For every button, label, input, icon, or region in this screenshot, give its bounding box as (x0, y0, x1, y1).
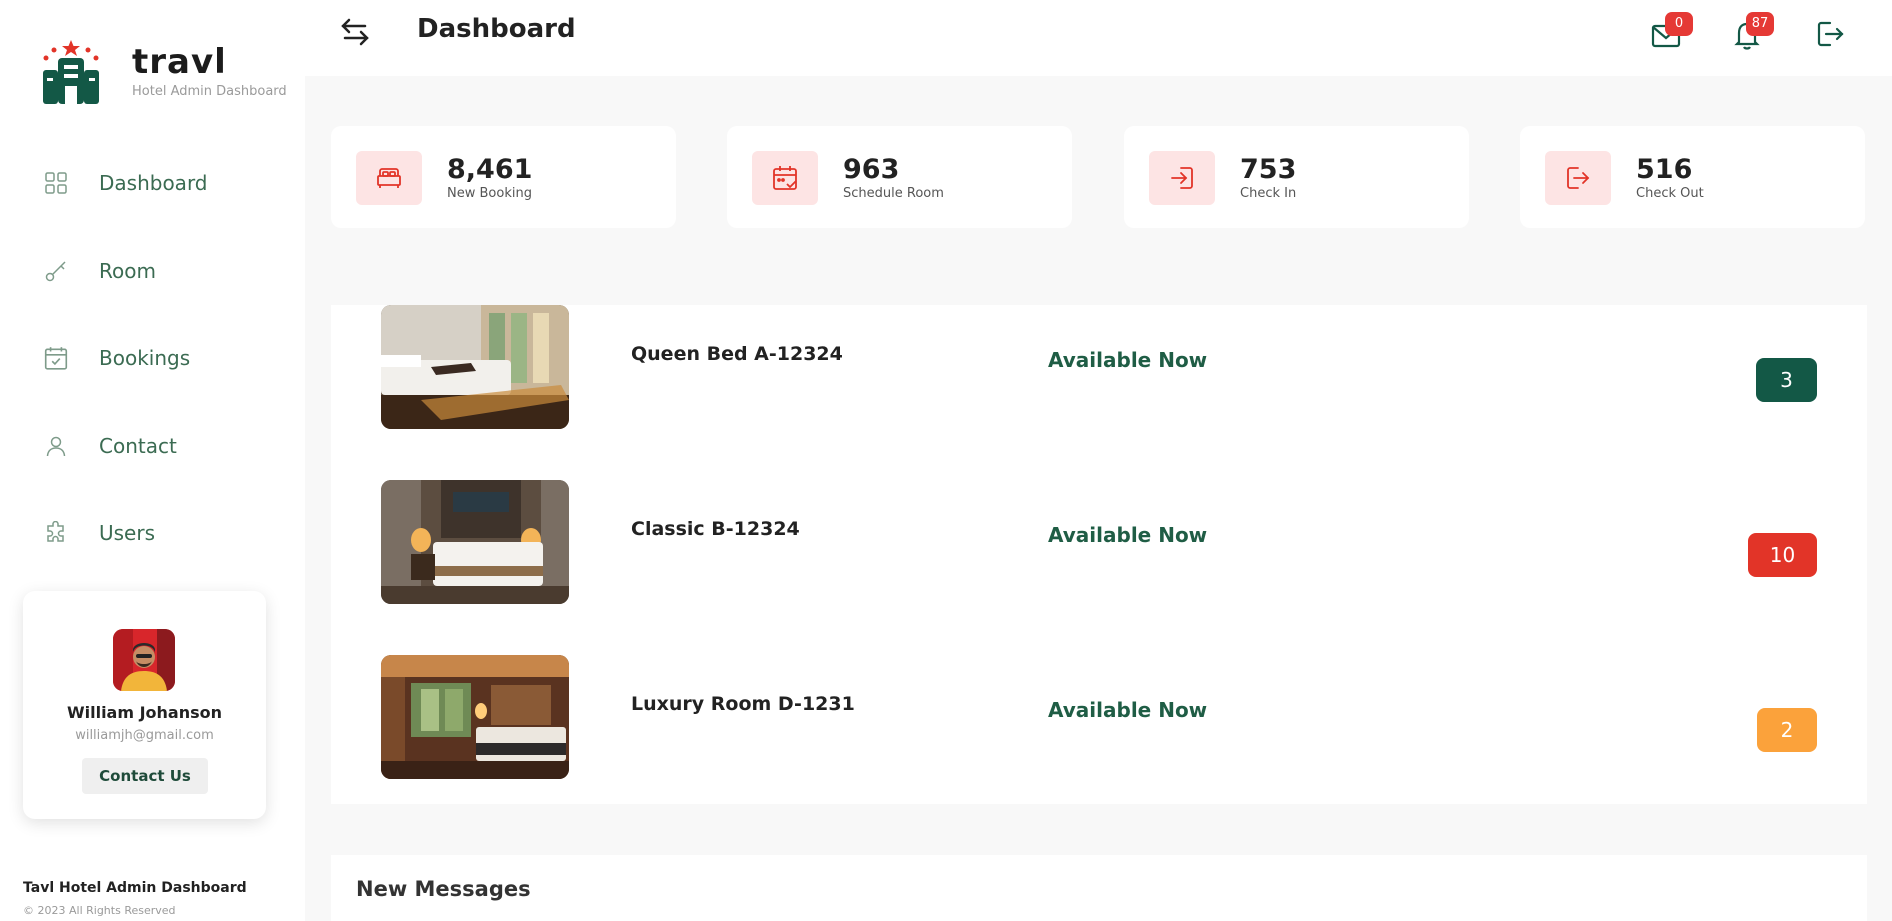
sidebar-item-label: Contact (99, 434, 177, 458)
sidebar-item-bookings[interactable]: Bookings (42, 338, 282, 378)
mail-button[interactable]: 0 (1647, 12, 1693, 54)
room-photo (381, 305, 569, 429)
bed-icon (356, 151, 422, 205)
notifications-button[interactable]: 87 (1728, 12, 1774, 54)
calendar-check-icon (752, 151, 818, 205)
room-status: Available Now (1048, 523, 1208, 547)
puzzle-icon (42, 519, 70, 547)
room-name: Classic B-12324 (631, 518, 800, 540)
footer-title: Tavl Hotel Admin Dashboard (23, 880, 247, 896)
stat-label: Check Out (1636, 186, 1704, 201)
sign-out-icon (1545, 151, 1611, 205)
footer-copyright: © 2023 All Rights Reserved (23, 904, 176, 917)
key-icon (42, 257, 70, 285)
stat-value: 516 (1636, 154, 1693, 185)
profile-email: williamjh@gmail.com (75, 728, 214, 743)
arrow-left-icon (341, 18, 369, 46)
room-row[interactable]: Queen Bed A-12324 Available Now 3 (331, 305, 1867, 431)
profile-name: William Johanson (66, 703, 223, 722)
messages-title: New Messages (356, 877, 531, 901)
brand-logo[interactable]: travl Hotel Admin Dashboard (40, 38, 310, 108)
sidebar-item-label: Dashboard (99, 171, 208, 195)
sidebar-item-label: Users (99, 521, 156, 545)
sidebar-item-label: Bookings (99, 346, 191, 370)
messages-panel: New Messages (331, 855, 1867, 921)
room-status: Available Now (1048, 698, 1208, 722)
stat-card-check-out[interactable]: 516 Check Out (1520, 126, 1865, 228)
sign-in-icon (1149, 151, 1215, 205)
stat-value: 753 (1240, 154, 1297, 185)
room-count-badge[interactable]: 10 (1748, 533, 1817, 577)
calendar-check-icon (42, 344, 70, 372)
avatar (113, 629, 175, 691)
sidebar-item-dashboard[interactable]: Dashboard (42, 163, 282, 203)
logout-button[interactable] (1810, 14, 1850, 54)
room-count-badge[interactable]: 3 (1756, 358, 1817, 402)
page-title: Dashboard (417, 14, 576, 44)
stat-label: New Booking (447, 186, 532, 201)
profile-card: William Johanson williamjh@gmail.com Con… (23, 591, 266, 819)
sign-out-icon (1817, 21, 1844, 47)
collapse-sidebar-button[interactable] (337, 16, 373, 48)
stat-label: Schedule Room (843, 186, 944, 201)
stat-card-schedule-room[interactable]: 963 Schedule Room (727, 126, 1072, 228)
room-count-badge[interactable]: 2 (1757, 708, 1817, 752)
room-name: Luxury Room D-1231 (631, 693, 855, 715)
room-photo (381, 655, 569, 779)
stat-value: 8,461 (447, 154, 533, 185)
sidebar-item-users[interactable]: Users (42, 513, 282, 553)
sidebar-item-contact[interactable]: Contact (42, 426, 282, 466)
room-status: Available Now (1048, 348, 1208, 372)
user-icon (42, 432, 70, 460)
room-name: Queen Bed A-12324 (631, 343, 843, 365)
room-photo (381, 480, 569, 604)
stat-card-new-booking[interactable]: 8,461 New Booking (331, 126, 676, 228)
brand-subtitle: Hotel Admin Dashboard (132, 84, 287, 99)
sidebar-item-room[interactable]: Room (42, 251, 282, 291)
room-row[interactable]: Classic B-12324 Available Now 10 (331, 480, 1867, 606)
stat-card-check-in[interactable]: 753 Check In (1124, 126, 1469, 228)
stat-label: Check In (1240, 186, 1297, 201)
room-row[interactable]: Luxury Room D-1231 Available Now 2 (331, 655, 1867, 781)
grid-icon (42, 169, 70, 197)
sidebar-item-label: Room (99, 259, 156, 283)
hotel-logo-icon (43, 40, 99, 104)
contact-us-button[interactable]: Contact Us (82, 758, 208, 794)
notification-count-badge: 87 (1746, 12, 1774, 36)
brand-name: travl (132, 42, 227, 82)
sidebar: travl Hotel Admin Dashboard Dashboard Ro… (0, 0, 305, 921)
stat-value: 963 (843, 154, 900, 185)
mail-count-badge: 0 (1665, 12, 1693, 36)
room-list: Queen Bed A-12324 Available Now 3 Classi… (331, 305, 1867, 804)
top-header: Dashboard 0 87 (305, 0, 1892, 76)
